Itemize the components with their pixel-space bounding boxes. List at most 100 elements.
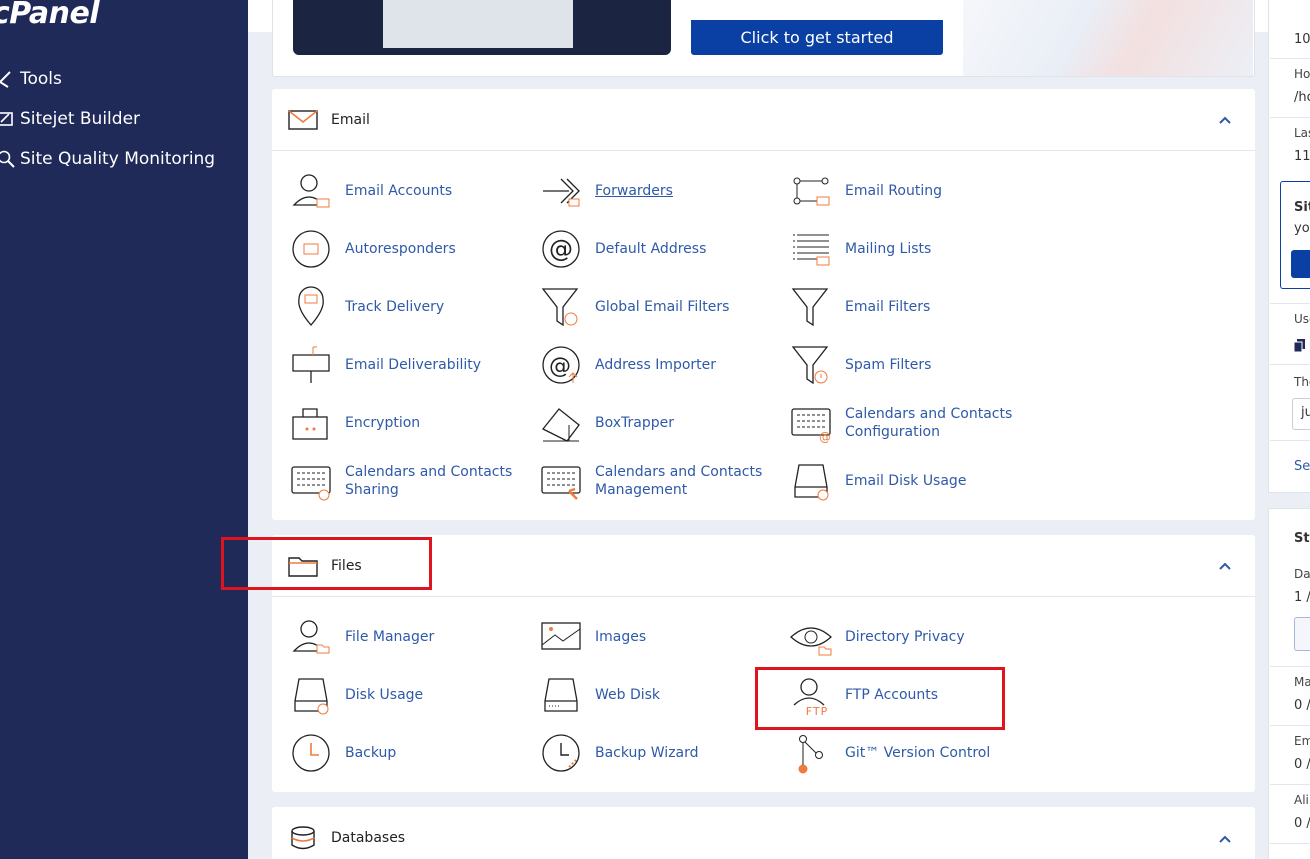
address-importer-icon: @ — [542, 346, 580, 384]
email-panel: Email Email Accounts Forwarders Email Ro… — [272, 89, 1255, 520]
email-accounts-item[interactable]: Email Accounts — [289, 169, 545, 213]
backup-icon — [292, 734, 330, 772]
git-icon — [798, 735, 823, 774]
right-text: /ho — [1294, 90, 1310, 105]
email-deliverability-item[interactable]: Email Deliverability — [289, 343, 545, 387]
item-label: Forwarders — [595, 183, 673, 199]
calendars-contacts-management-item[interactable]: Calendars and Contacts Management — [539, 459, 795, 503]
sidebar-item-site-quality-monitoring[interactable]: Site Quality Monitoring — [0, 139, 215, 179]
chevron-up-icon[interactable] — [1217, 831, 1233, 847]
git-version-control-item[interactable]: Git™ Version Control — [789, 731, 1045, 775]
email-disk-usage-item[interactable]: Email Disk Usage — [789, 459, 1045, 503]
item-label: Disk Usage — [345, 687, 424, 703]
item-label: Encryption — [345, 415, 421, 431]
address-importer-item[interactable]: @ Address Importer — [539, 343, 795, 387]
item-label: FTP Accounts — [845, 687, 939, 703]
track-delivery-item[interactable]: Track Delivery — [289, 285, 545, 329]
files-panel: Files File Manager Images Directory Priv… — [272, 535, 1255, 792]
stats-button[interactable] — [1294, 617, 1310, 651]
boxtrapper-item[interactable]: BoxTrapper — [539, 401, 795, 445]
images-icon — [541, 622, 581, 650]
item-label: Directory Privacy — [845, 629, 965, 645]
file-manager-item[interactable]: File Manager — [289, 615, 545, 659]
web-disk-item[interactable]: Web Disk — [539, 673, 795, 717]
right-link[interactable]: Se — [1294, 459, 1310, 474]
right-text: The — [1294, 375, 1310, 389]
item-label: Calendars and Contacts Sharing — [345, 464, 513, 498]
magnifier-icon — [0, 150, 15, 168]
calendars-contacts-configuration-item[interactable]: @ Calendars and Contacts Configuration — [789, 401, 1045, 445]
ftp-accounts-item[interactable]: FTP FTP Accounts — [789, 673, 1045, 717]
email-panel-header[interactable]: Email — [272, 89, 1255, 151]
item-label: Calendars and Contacts Configuration — [845, 406, 1013, 440]
spam-filters-item[interactable]: Spam Filters — [789, 343, 1045, 387]
track-delivery-icon — [298, 286, 324, 326]
item-label: Backup — [345, 745, 397, 761]
file-manager-icon — [292, 620, 330, 654]
spam-filters-icon — [791, 346, 829, 385]
item-label: Git™ Version Control — [845, 745, 991, 761]
item-label: Default Address — [595, 241, 707, 257]
sitejet-promo-button[interactable] — [1291, 250, 1310, 278]
copy-icon[interactable] — [1294, 339, 1306, 352]
sidebar-item-label: Site Quality Monitoring — [20, 149, 216, 169]
right-text: Ho — [1294, 67, 1310, 81]
right-text: 0 / — [1294, 757, 1310, 772]
email-routing-item[interactable]: Email Routing — [789, 169, 1045, 213]
databases-panel-header[interactable]: Databases — [272, 807, 1255, 859]
item-label: Track Delivery — [345, 299, 445, 315]
calendars-contacts-sharing-item[interactable]: Calendars and Contacts Sharing — [289, 459, 545, 503]
sitejet-icon — [0, 112, 13, 126]
email-deliverability-icon — [292, 346, 330, 383]
web-disk-icon — [544, 678, 578, 712]
banner-screenshot — [293, 0, 671, 55]
panel-title: Email — [331, 111, 370, 128]
chevron-up-icon[interactable] — [1217, 558, 1233, 574]
envelope-icon — [288, 109, 318, 130]
default-address-icon: @ — [542, 230, 580, 268]
item-label: File Manager — [345, 629, 435, 645]
files-panel-header[interactable]: Files — [272, 535, 1255, 597]
mailing-lists-item[interactable]: Mailing Lists — [789, 227, 1045, 271]
banner-template-thumbnails — [963, 0, 1253, 76]
item-label: Autoresponders — [345, 241, 456, 257]
mailing-lists-icon — [793, 234, 830, 266]
right-text: Ali — [1294, 793, 1309, 807]
item-label: Global Email Filters — [595, 299, 730, 315]
email-routing-icon — [793, 177, 830, 206]
sidebar-item-sitejet-builder[interactable]: Sitejet Builder — [0, 99, 140, 139]
sidebar: cPanel Tools Sitejet Builder Site Qualit… — [0, 0, 248, 859]
cpanel-logo[interactable]: cPanel — [0, 0, 100, 31]
right-text: you — [1294, 221, 1310, 236]
global-email-filters-item[interactable]: Global Email Filters — [539, 285, 795, 329]
disk-usage-icon — [294, 678, 329, 715]
disk-usage-item[interactable]: Disk Usage — [289, 673, 545, 717]
right-text: 11 — [1294, 149, 1310, 164]
encryption-item[interactable]: Encryption — [289, 401, 545, 445]
item-label: Calendars and Contacts Management — [595, 464, 763, 498]
sidebar-item-tools[interactable]: Tools — [0, 59, 62, 99]
get-started-button[interactable]: Click to get started — [691, 20, 943, 55]
default-address-item[interactable]: @ Default Address — [539, 227, 795, 271]
autoresponders-item[interactable]: Autoresponders — [289, 227, 545, 271]
boxtrapper-icon — [541, 408, 580, 442]
sidebar-item-label: Tools — [20, 69, 62, 89]
email-disk-usage-icon — [794, 464, 829, 501]
item-label: Spam Filters — [845, 357, 932, 373]
backup-item[interactable]: Backup — [289, 731, 545, 775]
right-text: Em — [1294, 734, 1310, 748]
right-text: 0 / — [1294, 698, 1310, 713]
right-text: 1 / — [1294, 590, 1310, 605]
chevron-up-icon[interactable] — [1217, 112, 1233, 128]
images-item[interactable]: Images — [539, 615, 795, 659]
forwarders-item[interactable]: Forwarders — [539, 169, 795, 213]
email-filters-icon — [791, 288, 829, 327]
directory-privacy-item[interactable]: Directory Privacy — [789, 615, 1045, 659]
backup-wizard-item[interactable]: Backup Wizard — [539, 731, 795, 775]
svg-text:@: @ — [819, 430, 831, 444]
email-filters-item[interactable]: Email Filters — [789, 285, 1045, 329]
database-icon — [291, 826, 315, 850]
item-label: Images — [595, 629, 647, 645]
encryption-icon — [292, 408, 328, 440]
svg-text:@: @ — [549, 354, 571, 379]
